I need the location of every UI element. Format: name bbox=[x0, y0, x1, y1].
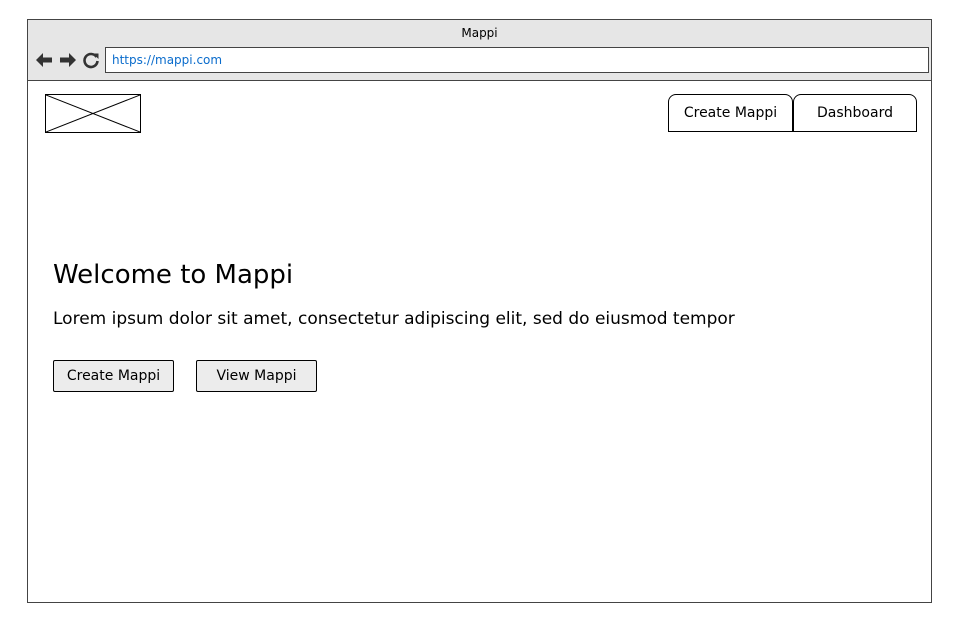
page-title: Welcome to Mappi bbox=[53, 260, 294, 290]
browser-chrome: Mappi https://mappi.com bbox=[28, 20, 931, 81]
tab-create-mappi[interactable]: Create Mappi bbox=[668, 94, 793, 132]
back-arrow-icon[interactable] bbox=[34, 50, 54, 70]
hero-description: Lorem ipsum dolor sit amet, consectetur … bbox=[53, 309, 735, 329]
tab-dashboard[interactable]: Dashboard bbox=[793, 94, 917, 132]
reload-icon[interactable] bbox=[81, 50, 101, 70]
create-mappi-button[interactable]: Create Mappi bbox=[53, 360, 174, 392]
view-mappi-button[interactable]: View Mappi bbox=[196, 360, 317, 392]
browser-window: Mappi https://mappi.com Create Mappi Das… bbox=[27, 19, 932, 603]
url-bar[interactable]: https://mappi.com bbox=[105, 47, 929, 73]
forward-arrow-icon[interactable] bbox=[58, 50, 78, 70]
logo-image-placeholder bbox=[45, 94, 141, 133]
window-title: Mappi bbox=[461, 26, 498, 40]
